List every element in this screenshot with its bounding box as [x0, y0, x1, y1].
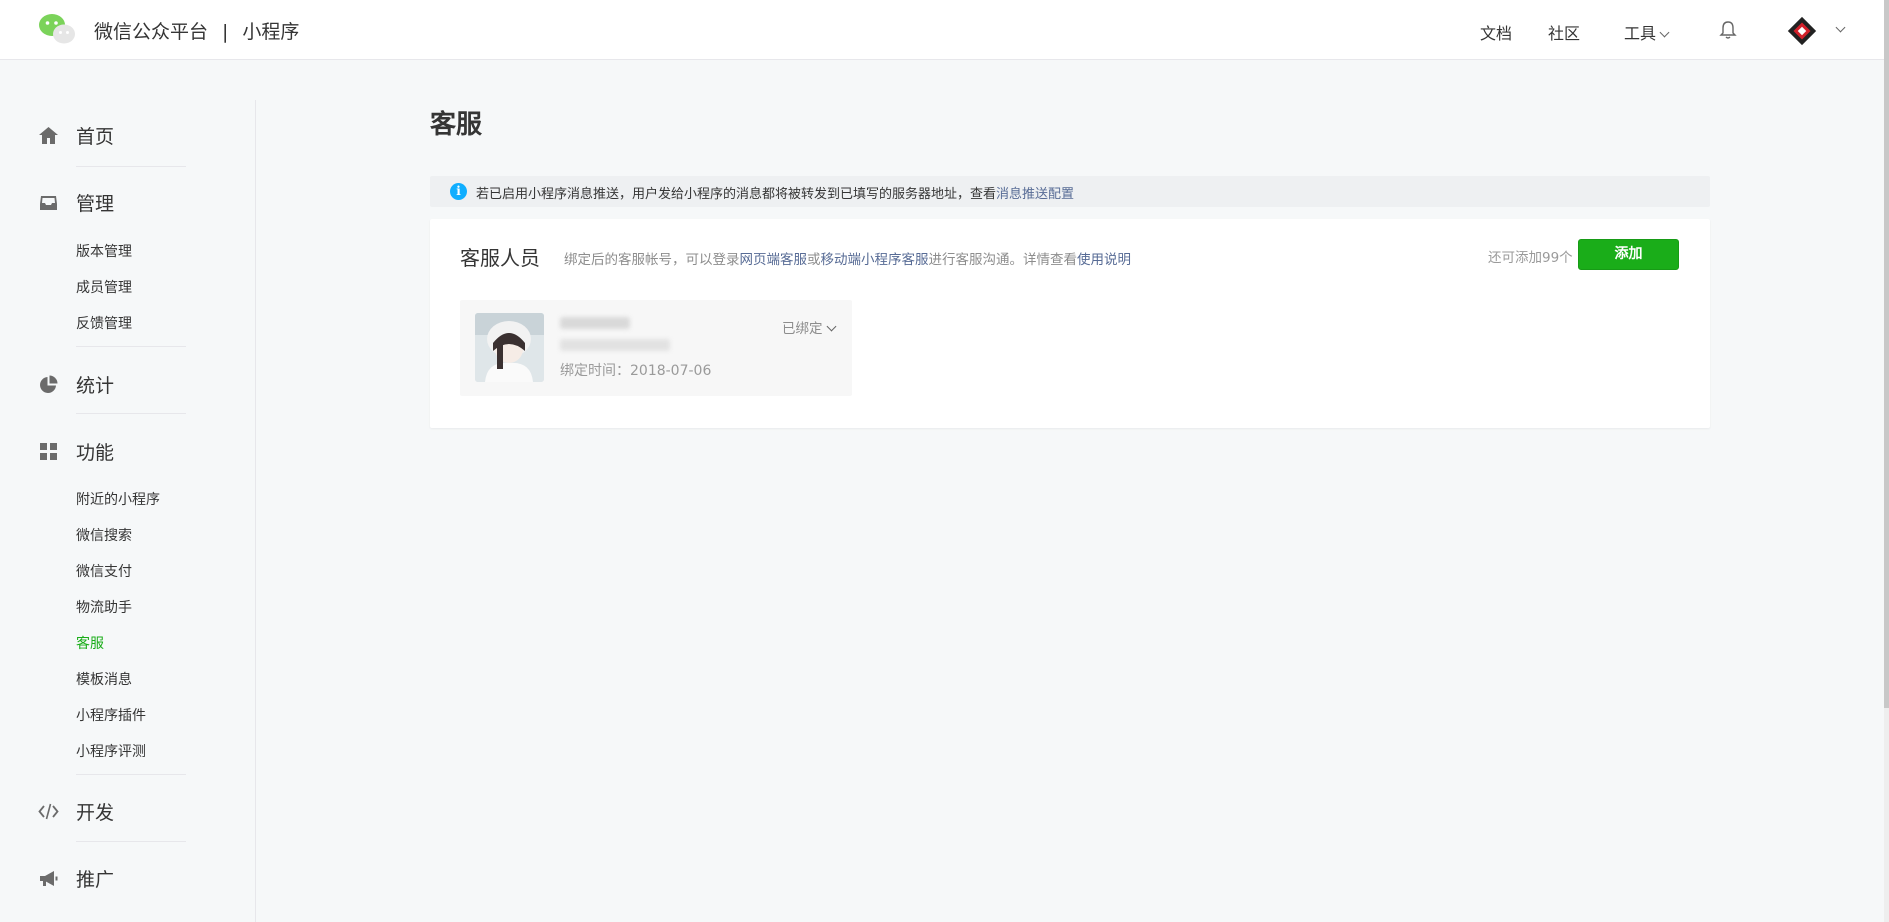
- sidebar-item-wechat-pay[interactable]: 微信支付: [76, 561, 132, 581]
- pie-chart-icon: [38, 374, 59, 395]
- megaphone-icon: [38, 868, 59, 889]
- notice-message: 若已启用小程序消息推送，用户发给小程序的消息都将被转发到已填写的服务器地址，查看: [476, 187, 997, 202]
- notice-text: 若已启用小程序消息推送，用户发给小程序的消息都将被转发到已填写的服务器地址，查看…: [476, 183, 1074, 202]
- sidebar-item-wechat-search[interactable]: 微信搜索: [76, 525, 132, 545]
- desc-text: 进行客服沟通。详情查看: [928, 252, 1078, 268]
- account-chevron-down-icon[interactable]: [1835, 22, 1846, 33]
- scrollbar-thumb[interactable]: [1884, 0, 1889, 708]
- wechat-logo[interactable]: [38, 13, 76, 45]
- web-customer-service-link[interactable]: 网页端客服: [740, 252, 808, 268]
- member-name-redacted: [560, 317, 630, 329]
- sidebar-group-stats[interactable]: 统计: [38, 371, 114, 398]
- sidebar-group-label: 统计: [76, 375, 115, 397]
- sidebar-item-plugins[interactable]: 小程序插件: [76, 705, 146, 725]
- sidebar-divider: [76, 774, 186, 775]
- add-button[interactable]: 添加: [1578, 239, 1679, 270]
- sidebar-item-version-manage[interactable]: 版本管理: [76, 241, 132, 261]
- remaining-count: 还可添加99个: [1488, 250, 1573, 266]
- card-title: 客服人员: [460, 246, 540, 270]
- page-scrollbar[interactable]: [1884, 0, 1889, 922]
- sidebar-group-label: 推广: [76, 869, 115, 891]
- bind-time: 绑定时间：2018-07-06: [560, 363, 712, 379]
- sidebar-item-customer-service[interactable]: 客服: [76, 633, 104, 653]
- grid-icon: [38, 441, 59, 462]
- code-icon: [38, 801, 59, 822]
- brand-separator: |: [222, 21, 229, 43]
- product-name: 小程序: [242, 21, 300, 43]
- bind-status-label: 已绑定: [782, 321, 823, 337]
- notice-bar: i 若已启用小程序消息推送，用户发给小程序的消息都将被转发到已填写的服务器地址，…: [430, 176, 1710, 207]
- sidebar-group-manage[interactable]: 管理: [38, 189, 114, 216]
- home-icon: [38, 125, 59, 146]
- sidebar-divider: [76, 346, 186, 347]
- usage-guide-link[interactable]: 使用说明: [1077, 252, 1131, 268]
- desc-text: 绑定后的客服帐号，可以登录: [564, 252, 740, 268]
- nav-tools-label: 工具: [1624, 24, 1657, 43]
- member-card[interactable]: 绑定时间：2018-07-06 已绑定: [460, 300, 852, 396]
- member-id-redacted: [560, 339, 670, 351]
- sidebar-group-promote[interactable]: 推广: [38, 865, 114, 892]
- info-icon: i: [450, 183, 467, 200]
- message-push-config-link[interactable]: 消息推送配置: [996, 187, 1074, 202]
- mobile-customer-service-link[interactable]: 移动端小程序客服: [821, 252, 929, 268]
- sidebar-divider: [76, 166, 186, 167]
- sidebar-group-label: 管理: [76, 193, 115, 215]
- sidebar-item-member-manage[interactable]: 成员管理: [76, 277, 132, 297]
- nav-docs[interactable]: 文档: [1480, 20, 1512, 44]
- nav-tools-dropdown[interactable]: 工具: [1624, 20, 1670, 44]
- card-description: 绑定后的客服帐号，可以登录网页端客服或移动端小程序客服进行客服沟通。详情查看使用…: [564, 248, 1131, 268]
- sidebar-item-logistics-assistant[interactable]: 物流助手: [76, 597, 132, 617]
- sidebar-divider: [76, 841, 186, 842]
- chevron-down-icon: [1659, 27, 1670, 38]
- sidebar-item-template-message[interactable]: 模板消息: [76, 669, 132, 689]
- desc-text: 或: [807, 252, 821, 268]
- account-avatar[interactable]: [1787, 16, 1817, 46]
- member-avatar: [475, 313, 544, 382]
- bind-status-dropdown[interactable]: 已绑定: [782, 317, 836, 337]
- chevron-down-icon: [826, 321, 836, 332]
- sidebar-group-label: 开发: [76, 802, 115, 824]
- sidebar-group-home[interactable]: 首页: [38, 122, 114, 149]
- customer-service-card: 客服人员 绑定后的客服帐号，可以登录网页端客服或移动端小程序客服进行客服沟通。详…: [430, 219, 1710, 428]
- top-header: 微信公众平台 | 小程序 文档 社区 工具: [0, 0, 1884, 60]
- brand-name: 微信公众平台: [94, 21, 209, 43]
- sidebar-group-label: 功能: [76, 442, 115, 464]
- nav-community[interactable]: 社区: [1548, 20, 1580, 44]
- brand-title[interactable]: 微信公众平台 | 小程序: [94, 17, 299, 44]
- sidebar-divider: [76, 413, 186, 414]
- sidebar-group-develop[interactable]: 开发: [38, 798, 114, 825]
- sidebar-item-feedback-manage[interactable]: 反馈管理: [76, 313, 132, 333]
- sidebar-item-nearby-miniprogram[interactable]: 附近的小程序: [76, 489, 160, 509]
- sidebar-group-label: 首页: [76, 126, 115, 148]
- sidebar-item-evaluation[interactable]: 小程序评测: [76, 741, 146, 761]
- sidebar-group-features[interactable]: 功能: [38, 438, 114, 465]
- page-title: 客服: [430, 110, 483, 140]
- inbox-icon: [38, 192, 59, 213]
- bell-icon[interactable]: [1719, 20, 1737, 40]
